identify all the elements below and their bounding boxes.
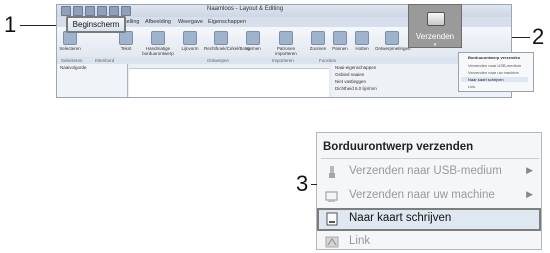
menu-item-usb[interactable]: Verzenden naar USB-medium ▶ — [317, 161, 541, 184]
send-button[interactable]: Verzenden ▾ — [408, 4, 462, 48]
menu-header: Borduurontwerp verzenden — [323, 141, 474, 153]
shapes-button[interactable]: Vormen — [240, 31, 266, 51]
manual-punch-icon — [151, 31, 165, 45]
mini-menu-header: Borduurontwerp verzenden — [468, 55, 521, 60]
rect-circle-icon — [214, 31, 228, 45]
mini-menu-card[interactable]: Naar kaart schrijven — [461, 77, 528, 82]
ruler — [129, 64, 329, 69]
chevron-right-icon: ▶ — [526, 165, 533, 175]
rect-circle-arc-button[interactable]: Rechthoek/Cirkel/Boog — [204, 31, 250, 51]
redo-icon[interactable] — [121, 6, 131, 16]
design-measure-button[interactable]: Ontwerpmetingen — [375, 31, 411, 51]
menu-item-link[interactable]: Link — [317, 231, 541, 249]
link-icon — [325, 236, 339, 248]
measure-button[interactable]: Hotten — [349, 31, 375, 51]
mini-menu-usb[interactable]: Verzenden naar USB-medium — [468, 63, 521, 68]
new-icon[interactable] — [73, 6, 83, 16]
send-icon — [427, 12, 445, 26]
window-title: Naamloos - Layout & Editing — [207, 6, 284, 12]
open-icon[interactable] — [85, 6, 95, 16]
select-icon — [63, 31, 77, 45]
line-shape-button[interactable]: Lijnvorm — [177, 31, 203, 51]
undo-icon[interactable] — [109, 6, 119, 16]
menu-item-machine-label: Verzenden naar uw machine — [349, 189, 495, 201]
group-clipboard: Klembord — [95, 58, 115, 63]
manual-punch-button[interactable]: Handmatige borduurontwerp — [141, 31, 175, 56]
group-select: Selecteren — [61, 58, 83, 63]
mini-menu-link[interactable]: Link — [468, 84, 475, 89]
chevron-right-icon: ▶ — [526, 189, 533, 199]
menu-separator — [321, 158, 539, 159]
pan-icon — [333, 31, 347, 45]
text-button[interactable]: Tekst — [113, 31, 139, 51]
menu-item-usb-label: Verzenden naar USB-medium — [349, 165, 502, 177]
group-design: Ontwerpen — [207, 58, 230, 63]
measure-icon — [355, 31, 369, 45]
group-functions: Functies — [319, 58, 337, 63]
menu-item-machine[interactable]: Verzenden naar uw machine ▶ — [317, 185, 541, 208]
chevron-down-icon: ▾ — [433, 42, 437, 48]
save-icon[interactable] — [97, 6, 107, 16]
send-design-menu: Borduurontwerp verzenden Verzenden naar … — [316, 132, 542, 250]
callout-3-leader — [311, 184, 317, 185]
machine-icon — [325, 191, 338, 202]
sew-order-title: Naaivolgorde — [60, 65, 87, 70]
home-screen-button[interactable]: Beginscherm — [66, 16, 126, 33]
import-icon — [279, 31, 293, 45]
import-patterns-button[interactable]: Patronen importeren — [271, 31, 301, 56]
tab-afbeelding[interactable]: Afbeelding — [145, 17, 171, 27]
mini-menu-machine[interactable]: Verzenden naar uw machine — [468, 70, 519, 75]
line-shape-icon — [183, 31, 197, 45]
shapes-icon — [246, 31, 260, 45]
app-logo-icon[interactable] — [61, 6, 71, 16]
callout-2: 2 — [532, 24, 545, 49]
tab-weergave[interactable]: Weergave — [178, 17, 203, 27]
design-measure-icon — [385, 31, 399, 45]
send-dropdown-mini: Borduurontwerp verzenden Verzenden naar … — [458, 52, 534, 92]
callout-3: 3 — [296, 171, 309, 196]
menu-item-write-card[interactable]: Naar kaart schrijven — [317, 208, 541, 231]
card-icon — [326, 212, 338, 226]
select-button[interactable]: Selecteren — [57, 31, 83, 51]
zoom-icon — [311, 31, 325, 45]
tab-eigenschappen[interactable]: Eigenschappen — [208, 17, 246, 27]
menu-item-write-card-label: Naar kaart schrijven — [349, 212, 452, 224]
menu-item-link-label: Link — [349, 235, 371, 247]
ribbon-group-labels: Selecteren Klembord Ontwerpen Importeren… — [57, 57, 511, 64]
usb-icon — [329, 166, 335, 178]
send-label: Verzenden — [415, 32, 455, 41]
sew-order-panel: Naaivolgorde — [57, 64, 128, 97]
text-icon — [119, 31, 133, 45]
quick-access-toolbar — [61, 6, 131, 16]
callout-1: 1 — [4, 12, 17, 37]
group-import: Importeren — [272, 58, 294, 63]
